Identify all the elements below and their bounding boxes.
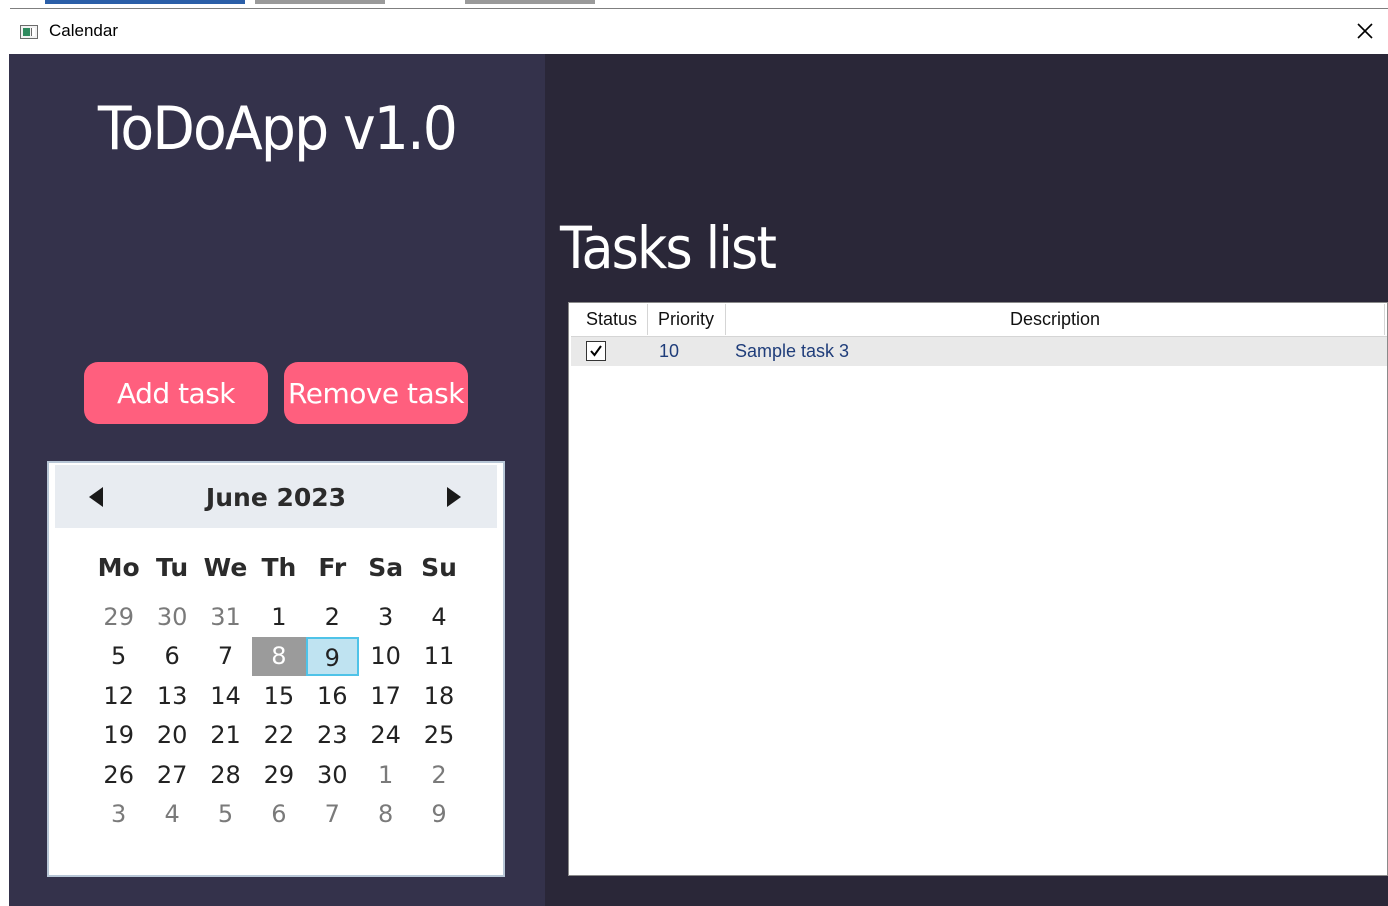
close-button[interactable]	[1354, 20, 1376, 42]
background-fragment	[45, 0, 245, 4]
weekday-label: Fr	[318, 553, 347, 582]
calendar-day[interactable]: 4	[145, 795, 198, 834]
window-titlebar[interactable]: Calendar	[0, 10, 1388, 54]
weekday-label: We	[203, 553, 248, 582]
calendar-day-selected[interactable]: 8	[252, 637, 306, 677]
table-header: Status Priority Description	[571, 304, 1387, 337]
calendar-day[interactable]: 15	[252, 677, 305, 716]
calendar-header: June 2023	[55, 465, 497, 528]
calendar-week-row: 5 6 7 8 9 10 11	[92, 637, 466, 677]
calendar-day[interactable]: 7	[199, 637, 252, 676]
background-window-strip	[0, 0, 1388, 10]
calendar-day[interactable]: 14	[199, 677, 252, 716]
weekday-label: Tu	[156, 553, 189, 582]
tasks-table[interactable]: Status Priority Description 10 Sample ta…	[568, 302, 1388, 876]
calendar-day[interactable]: 4	[412, 598, 465, 637]
calendar-day[interactable]: 3	[92, 795, 145, 834]
calendar-day[interactable]: 6	[145, 637, 198, 676]
calendar-day[interactable]: 19	[92, 716, 145, 755]
calendar-day[interactable]: 9	[412, 795, 465, 834]
calendar-day[interactable]: 28	[199, 756, 252, 795]
calendar-day[interactable]: 7	[306, 795, 359, 834]
checkmark-icon	[590, 345, 602, 357]
calendar-day[interactable]: 30	[306, 756, 359, 795]
calendar-day[interactable]: 30	[145, 598, 198, 637]
calendar-week-row: 3456789	[92, 795, 466, 834]
calendar-day[interactable]: 11	[412, 637, 465, 676]
calendar-day[interactable]: 12	[92, 677, 145, 716]
calendar-day-grid: 29 30 31 1 2 3 4 5 6 7 8 9 10 11 12 13 14 15 16 17 18 19 20 21 2…	[92, 598, 466, 834]
calendar-weekday-header: Mo Tu We Th Fr Sa Su	[92, 553, 466, 582]
calendar-day[interactable]: 13	[145, 677, 198, 716]
calendar-week-row: 29 30 31 1 2 3 4	[92, 598, 466, 637]
app-client-area: ToDoApp v1.0 Add task Remove task June 2…	[9, 54, 1388, 906]
left-panel: ToDoApp v1.0 Add task Remove task June 2…	[9, 54, 545, 906]
calendar-day[interactable]: 2	[306, 598, 359, 637]
calendar-day[interactable]: 21	[199, 716, 252, 755]
calendar[interactable]: June 2023 Mo Tu We Th Fr Sa Su 29 30 31 1 2 3 4 5 6 7 8 9…	[47, 461, 505, 877]
calendar-week-row: 19 20 21 22 23 24 25	[92, 716, 466, 755]
column-header-priority[interactable]: Priority	[648, 304, 726, 335]
app-window-icon	[20, 25, 38, 39]
calendar-day[interactable]: 26	[92, 756, 145, 795]
status-checkbox[interactable]	[586, 341, 606, 361]
triangle-right-icon	[447, 487, 461, 507]
calendar-day[interactable]: 31	[199, 598, 252, 637]
calendar-day[interactable]: 24	[359, 716, 412, 755]
calendar-day-highlighted[interactable]: 9	[305, 637, 359, 677]
calendar-day[interactable]: 1	[252, 598, 305, 637]
calendar-day[interactable]: 17	[359, 677, 412, 716]
task-description: Sample task 3	[735, 341, 850, 361]
app-title: ToDoApp v1.0	[97, 94, 458, 164]
calendar-day[interactable]: 8	[359, 795, 412, 834]
table-row[interactable]: 10 Sample task 3	[571, 337, 1387, 366]
calendar-day[interactable]: 20	[145, 716, 198, 755]
calendar-day[interactable]: 25	[412, 716, 465, 755]
column-header-status[interactable]: Status	[571, 304, 648, 335]
remove-task-button[interactable]: Remove task	[284, 362, 468, 424]
calendar-day[interactable]: 29	[252, 756, 305, 795]
calendar-day[interactable]: 16	[306, 677, 359, 716]
calendar-day[interactable]: 5	[92, 637, 145, 676]
tasks-list-title: Tasks list	[560, 214, 777, 282]
background-divider	[10, 8, 1388, 9]
calendar-day[interactable]: 18	[412, 677, 465, 716]
add-task-button[interactable]: Add task	[84, 362, 268, 424]
weekday-label: Sa	[368, 553, 404, 582]
calendar-day[interactable]: 10	[359, 637, 412, 676]
next-month-button[interactable]	[441, 483, 465, 511]
calendar-day[interactable]: 2	[412, 756, 465, 795]
task-priority: 10	[659, 341, 680, 361]
weekday-label: Th	[261, 553, 297, 582]
weekday-label: Su	[421, 553, 457, 582]
calendar-week-row: 26 27 28 29 30 1 2	[92, 756, 466, 795]
weekday-label: Mo	[97, 553, 140, 582]
window-title: Calendar	[49, 21, 118, 40]
background-fragment	[465, 0, 595, 4]
calendar-day[interactable]: 27	[145, 756, 198, 795]
calendar-week-row: 12 13 14 15 16 17 18	[92, 677, 466, 716]
calendar-day[interactable]: 23	[306, 716, 359, 755]
calendar-month-label[interactable]: June 2023	[55, 483, 497, 512]
column-header-description[interactable]: Description	[726, 304, 1385, 335]
calendar-day[interactable]: 6	[252, 795, 305, 834]
calendar-day[interactable]: 3	[359, 598, 412, 637]
calendar-day[interactable]: 1	[359, 756, 412, 795]
background-fragment	[255, 0, 385, 4]
calendar-day[interactable]: 22	[252, 716, 305, 755]
close-icon	[1357, 23, 1373, 39]
calendar-day[interactable]: 5	[199, 795, 252, 834]
calendar-day[interactable]: 29	[92, 598, 145, 637]
